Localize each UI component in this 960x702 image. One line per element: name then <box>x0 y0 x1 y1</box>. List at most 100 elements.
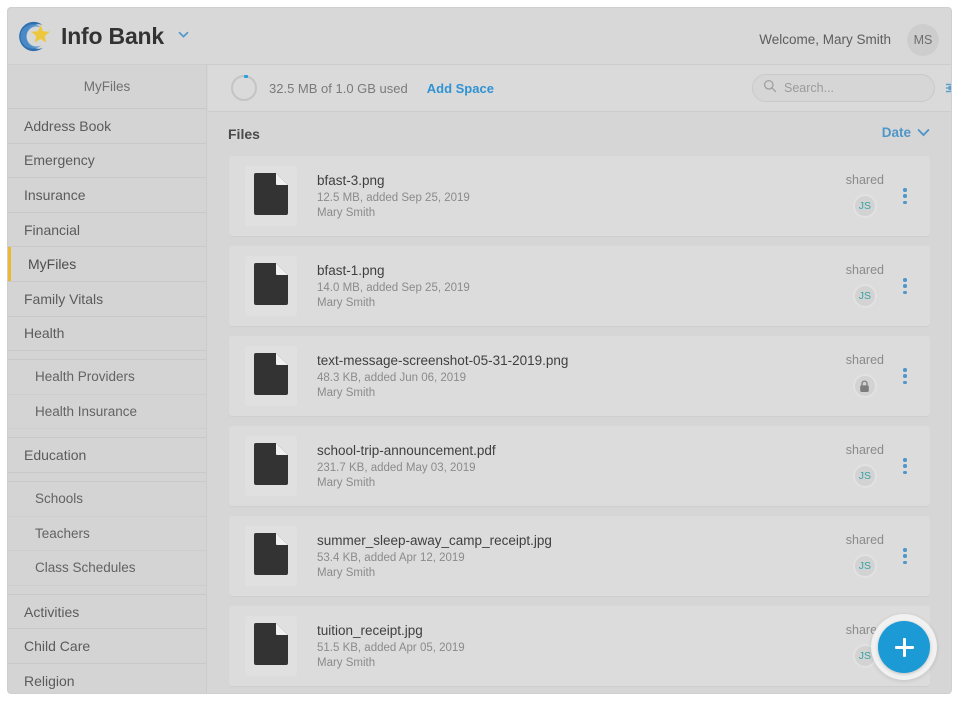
document-icon <box>254 622 288 670</box>
sidebar-item-child-care[interactable]: Child Care <box>8 629 206 664</box>
welcome-text: Welcome, Mary Smith <box>759 32 891 47</box>
kebab-dot <box>903 464 907 468</box>
add-space-link[interactable]: Add Space <box>427 81 494 96</box>
sidebar-item-label: Health Insurance <box>35 404 138 420</box>
document-icon <box>254 262 288 310</box>
kebab-dot <box>903 200 907 204</box>
table-row[interactable]: summer_sleep-away_camp_receipt.jpg 53.4 K… <box>229 516 930 596</box>
sidebar-group-divider <box>8 586 206 595</box>
kebab-dot <box>903 560 907 564</box>
page-title: Info Bank <box>61 23 164 49</box>
document-icon <box>254 352 288 400</box>
sort-by-date-button[interactable]: Date <box>882 125 930 140</box>
file-icon-container <box>245 166 297 226</box>
sidebar-item-label: Schools <box>35 491 84 507</box>
file-details: 14.0 MB, added Sep 25, 2019 <box>317 282 470 294</box>
sidebar-item-myfiles[interactable]: MyFiles <box>8 247 206 282</box>
sidebar-item-education[interactable]: Education <box>8 438 206 473</box>
sidebar-header: MyFiles <box>8 65 206 109</box>
sidebar-item-address-book[interactable]: Address Book <box>8 109 206 144</box>
share-avatar[interactable]: JS <box>852 194 877 218</box>
file-details: 12.5 MB, added Sep 25, 2019 <box>317 192 470 204</box>
files-title: Files <box>228 125 260 142</box>
file-icon-container <box>245 256 297 316</box>
search-bar[interactable] <box>752 74 951 102</box>
file-owner: Mary Smith <box>317 567 376 579</box>
sidebar-item-activities[interactable]: Activities <box>8 595 206 630</box>
kebab-dot <box>903 470 907 474</box>
main-content: 32.5 MB of 1.0 GB used Add Space Search.… <box>208 65 951 693</box>
file-details: 231.7 KB, added May 03, 2019 <box>317 462 476 474</box>
share-status: shared JS <box>846 443 884 488</box>
sidebar-item-teachers[interactable]: Teachers <box>8 517 206 552</box>
sidebar-item-family-vitals[interactable]: Family Vitals <box>8 282 206 317</box>
file-name: tuition_receipt.jpg <box>317 623 423 638</box>
sidebar-item-label: Insurance <box>24 186 86 203</box>
kebab-menu-icon[interactable] <box>897 367 913 385</box>
filter-sliders-icon[interactable] <box>945 81 951 95</box>
status-badge: shared <box>845 443 884 457</box>
sidebar-item-insurance[interactable]: Insurance <box>8 178 206 213</box>
share-avatar[interactable]: JS <box>852 284 877 308</box>
sidebar-item-religion[interactable]: Religion <box>8 664 206 693</box>
file-meta: bfast-1.png 14.0 MB, added Sep 25, 2019 Ma… <box>317 263 470 309</box>
sidebar-item-health[interactable]: Health <box>8 317 206 352</box>
share-avatar[interactable]: JS <box>852 554 877 578</box>
kebab-menu-icon[interactable] <box>897 547 913 565</box>
sidebar-item-label: Education <box>24 447 87 464</box>
sidebar-item-class-schedules[interactable]: Class Schedules <box>8 551 206 586</box>
sidebar-group-divider <box>8 429 206 439</box>
table-row[interactable]: text-message-screenshot-05-31-2019.png 48… <box>229 336 930 416</box>
file-owner: Mary Smith <box>317 477 376 489</box>
share-status: shared <box>846 353 884 398</box>
sidebar-item-label: Child Care <box>24 638 91 655</box>
share-status: shared JS <box>846 173 884 218</box>
file-details: 53.4 KB, added Apr 12, 2019 <box>317 552 465 564</box>
sidebar-group-divider <box>8 473 206 482</box>
search-input[interactable] <box>784 81 945 95</box>
kebab-menu-icon[interactable] <box>897 457 913 475</box>
sidebar-item-label: Class Schedules <box>35 560 136 576</box>
share-avatar[interactable]: JS <box>852 464 877 488</box>
sidebar-group-divider <box>8 351 206 361</box>
document-icon <box>254 172 288 220</box>
kebab-dot <box>903 548 907 552</box>
status-badge: shared <box>845 533 884 547</box>
kebab-menu-icon[interactable] <box>897 187 913 205</box>
sidebar-item-health-providers[interactable]: Health Providers <box>8 360 206 395</box>
sidebar-item-label: Health <box>24 325 65 342</box>
avatar[interactable]: MS <box>907 24 939 56</box>
sidebar-item-emergency[interactable]: Emergency <box>8 144 206 179</box>
file-icon-container <box>245 616 297 676</box>
table-row[interactable]: tuition_receipt.jpg 51.5 KB, added Apr 05… <box>229 606 930 686</box>
sidebar-item-health-insurance[interactable]: Health Insurance <box>8 395 206 430</box>
storage-usage-text: 32.5 MB of 1.0 GB used <box>269 80 408 96</box>
table-row[interactable]: bfast-3.png 12.5 MB, added Sep 25, 2019 Ma… <box>229 156 930 236</box>
fab-ring <box>871 614 937 680</box>
brand-area[interactable]: Info Bank <box>19 20 190 53</box>
file-details: 48.3 KB, added Jun 06, 2019 <box>317 372 466 384</box>
sidebar-item-label: Address Book <box>24 117 112 134</box>
chevron-down-icon[interactable] <box>177 28 190 46</box>
sidebar-item-schools[interactable]: Schools <box>8 482 206 517</box>
lock-icon[interactable] <box>852 374 877 398</box>
table-row[interactable]: bfast-1.png 14.0 MB, added Sep 25, 2019 Ma… <box>229 246 930 326</box>
document-icon <box>254 442 288 490</box>
file-meta: text-message-screenshot-05-31-2019.png 48… <box>317 353 568 399</box>
sidebar-item-label: MyFiles <box>28 256 77 273</box>
file-name: bfast-3.png <box>317 173 385 188</box>
files-header: Files Date <box>208 112 951 155</box>
sidebar-item-label: Family Vitals <box>24 290 104 307</box>
table-row[interactable]: school-trip-announcement.pdf 231.7 KB, ad… <box>229 426 930 506</box>
kebab-dot <box>903 188 907 192</box>
search-icon <box>763 79 777 98</box>
file-meta: school-trip-announcement.pdf 231.7 KB, ad… <box>317 443 496 489</box>
kebab-menu-icon[interactable] <box>897 277 913 295</box>
storage-bar: 32.5 MB of 1.0 GB used Add Space <box>208 65 951 112</box>
file-icon-container <box>245 436 297 496</box>
plus-icon-vertical <box>902 637 906 657</box>
kebab-dot <box>903 290 907 294</box>
add-file-button[interactable] <box>878 621 930 673</box>
kebab-dot <box>903 368 907 372</box>
sidebar-item-financial[interactable]: Financial <box>8 213 206 248</box>
